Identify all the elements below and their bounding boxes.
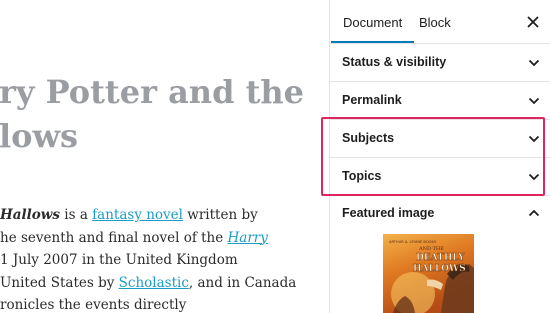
tab-block[interactable]: Block [419,0,451,41]
cover-title-line-2: HALLOWS [413,264,466,274]
panel-status-visibility[interactable]: Status & visibility [330,44,550,82]
paragraph-line-3: 1 July 2007 in the United Kingdom [0,249,296,272]
chevron-down-icon [528,97,540,105]
cover-title-line-1: DEATHLY [416,253,465,263]
paragraph-line-2: he seventh and final novel of the Harry [0,227,296,250]
post-title[interactable]: ry Potter and the lows [0,70,329,158]
italic-text: Hallows [0,207,60,223]
chevron-up-icon [528,209,540,217]
panel-label: Featured image [342,206,435,220]
paragraph-text: ronicles the events directly [0,297,187,313]
paragraph-line-5: ronicles the events directly [0,294,296,313]
paragraph-block[interactable]: Hallows is a fantasy novel written by he… [0,204,296,313]
book-cover-image: ARTHUR A. LEVINE BOOKS AND THE DEATHLY H… [383,234,474,313]
paragraph-text: United States by [0,274,119,291]
paragraph-line-4: United States by Scholastic, and in Cana… [0,272,296,295]
featured-image-thumbnail[interactable]: ARTHUR A. LEVINE BOOKS AND THE DEATHLY H… [383,234,474,313]
harry-link[interactable]: Harry [228,230,268,246]
panel-permalink[interactable]: Permalink [330,82,550,120]
post-title-line-1: ry Potter and the [0,73,304,111]
chevron-down-icon [528,59,540,67]
fantasy-novel-link[interactable]: fantasy novel [92,207,183,223]
paragraph-text: is a [60,207,93,223]
paragraph-text: he seventh and final novel of the [0,229,228,246]
panel-label: Status & visibility [342,55,447,69]
paragraph-text: written by [183,207,258,223]
paragraph-line-1: Hallows is a fantasy novel written by [0,204,296,227]
post-title-line-2: lows [0,117,79,155]
paragraph-text: , and in Canada [188,274,297,291]
panel-label: Permalink [342,93,402,107]
paragraph-text: 1 July 2007 in the United Kingdom [0,252,238,268]
highlight-box [321,117,545,196]
sidebar-tabs: Document Block [330,0,550,44]
scholastic-link[interactable]: Scholastic [119,275,189,291]
editor-canvas[interactable]: ry Potter and the lows Hallows is a fant… [0,0,329,313]
panel-featured-image[interactable]: Featured image ARTHUR A. LEVINE BOOKS AN… [330,196,550,313]
cover-series-text: AND THE [418,246,444,252]
cover-publisher-text: ARTHUR A. LEVINE BOOKS [389,240,437,244]
tab-document[interactable]: Document [331,0,415,43]
close-icon[interactable] [526,15,540,29]
